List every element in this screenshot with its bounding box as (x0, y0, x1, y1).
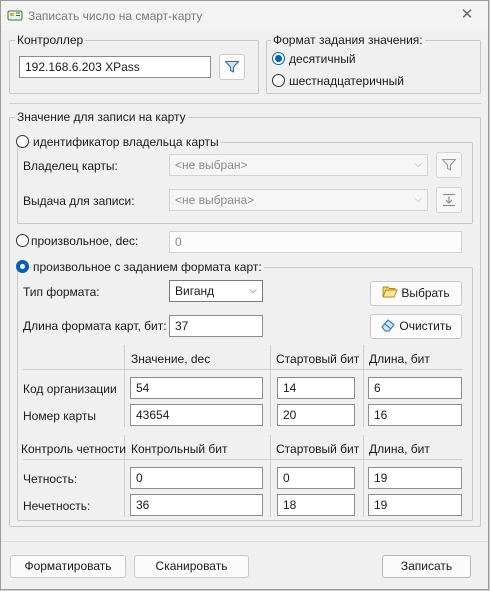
owner-label: Владелец карты: (23, 159, 118, 173)
dialog-window: Записать число на смарт-карту ✕ Контролл… (0, 0, 489, 590)
owner-filter-button[interactable] (436, 152, 462, 178)
odd-parity-length-field[interactable]: 19 (368, 494, 462, 516)
parity-header-control-bit: Контрольный бит (131, 442, 228, 456)
row-label-org-code: Код организации (23, 382, 117, 396)
radio-hexadecimal-label: шестнадцатеричный (289, 74, 405, 88)
column-header-start-bit: Стартовый бит (276, 352, 360, 366)
radio-decimal-label: десятичный (289, 52, 356, 66)
parity-header-divider (23, 459, 463, 460)
filter-icon (224, 60, 240, 73)
footer-divider (1, 541, 488, 542)
radio-formatted[interactable] (16, 260, 29, 273)
radio-decimal[interactable] (272, 52, 285, 65)
controller-filter-button[interactable] (219, 54, 245, 80)
odd-parity-start-field[interactable]: 18 (277, 494, 355, 516)
column-header-value: Значение, dec (131, 352, 211, 366)
chevron-down-icon: ⌵ (414, 194, 422, 205)
controller-field[interactable]: 192.168.6.203 XPass (19, 56, 211, 78)
row-label-odd-parity: Нечетность: (23, 499, 91, 513)
odd-parity-control-field[interactable]: 36 (130, 494, 263, 516)
download-icon (443, 193, 455, 207)
issue-select-value: <не выбрана> (175, 193, 255, 207)
value-format-group-title: Формат задания значения: (271, 33, 425, 47)
column-header-length: Длина, бит (369, 352, 430, 366)
radio-owner-id-label: идентификатор владельца карты (31, 135, 221, 149)
format-button[interactable]: Форматировать (10, 555, 126, 578)
format-length-label: Длина формата карт, бит: (23, 319, 167, 333)
card-number-length-field[interactable]: 16 (368, 404, 462, 426)
issue-choose-button[interactable] (436, 187, 462, 213)
eraser-icon (381, 319, 396, 332)
issue-label: Выдача для записи: (23, 194, 135, 208)
clear-label: Очистить (399, 319, 452, 333)
title-bar: Записать число на смарт-карту ✕ (1, 1, 488, 31)
window-title: Записать число на смарт-карту (28, 9, 203, 23)
format-type-value: Виганд (175, 284, 215, 298)
write-button[interactable]: Записать (382, 555, 471, 578)
even-parity-length-field[interactable]: 19 (368, 467, 462, 489)
close-icon[interactable]: ✕ (452, 3, 482, 27)
owner-select[interactable]: <не выбран> ⌵ (169, 154, 428, 176)
filter-icon (441, 158, 457, 171)
parity-header-length: Длина, бит (369, 442, 430, 456)
write-value-group-title: Значение для записи на карту (15, 110, 188, 124)
table-divider (363, 345, 364, 427)
owner-select-value: <не выбран> (175, 158, 248, 172)
chevron-down-icon: ⌵ (249, 285, 257, 296)
smart-card-app-icon (7, 10, 23, 21)
chevron-down-icon: ⌵ (414, 159, 422, 170)
card-number-value-field[interactable]: 43654 (130, 404, 263, 426)
radio-hexadecimal[interactable] (272, 74, 285, 87)
table-divider (124, 345, 125, 427)
radio-arbitrary[interactable] (16, 234, 29, 247)
select-format-button[interactable]: Выбрать (370, 281, 462, 306)
scan-button[interactable]: Сканировать (134, 555, 249, 578)
org-code-start-field[interactable]: 14 (277, 377, 355, 399)
issue-select[interactable]: <не выбрана> ⌵ (169, 189, 428, 211)
radio-formatted-label: произвольное с заданием формата карт: (31, 260, 264, 274)
table-header-divider (23, 369, 463, 370)
parity-header-title: Контроль четности (21, 442, 126, 456)
format-length-field[interactable]: 37 (169, 315, 263, 337)
even-parity-control-field[interactable]: 0 (130, 467, 263, 489)
parity-header-start-bit: Стартовый бит (276, 442, 360, 456)
select-format-label: Выбрать (401, 286, 450, 300)
clear-button[interactable]: Очистить (370, 314, 462, 339)
format-type-select[interactable]: Виганд ⌵ (169, 280, 263, 302)
table-divider (270, 435, 271, 517)
table-divider (270, 345, 271, 427)
format-type-label: Тип формата: (23, 285, 100, 299)
arbitrary-value-field[interactable]: 0 (169, 231, 462, 253)
even-parity-start-field[interactable]: 0 (277, 467, 355, 489)
row-label-even-parity: Четность: (23, 472, 78, 486)
section-divider (9, 103, 481, 104)
org-code-length-field[interactable]: 6 (368, 377, 462, 399)
table-divider (363, 435, 364, 517)
card-number-start-field[interactable]: 20 (277, 404, 355, 426)
controller-group-title: Контроллер (15, 33, 86, 47)
folder-open-icon (382, 286, 399, 298)
row-label-card-number: Номер карты (23, 409, 96, 423)
org-code-value-field[interactable]: 54 (130, 377, 263, 399)
radio-owner-id[interactable] (16, 135, 29, 148)
radio-arbitrary-label: произвольное, dec: (31, 234, 139, 248)
